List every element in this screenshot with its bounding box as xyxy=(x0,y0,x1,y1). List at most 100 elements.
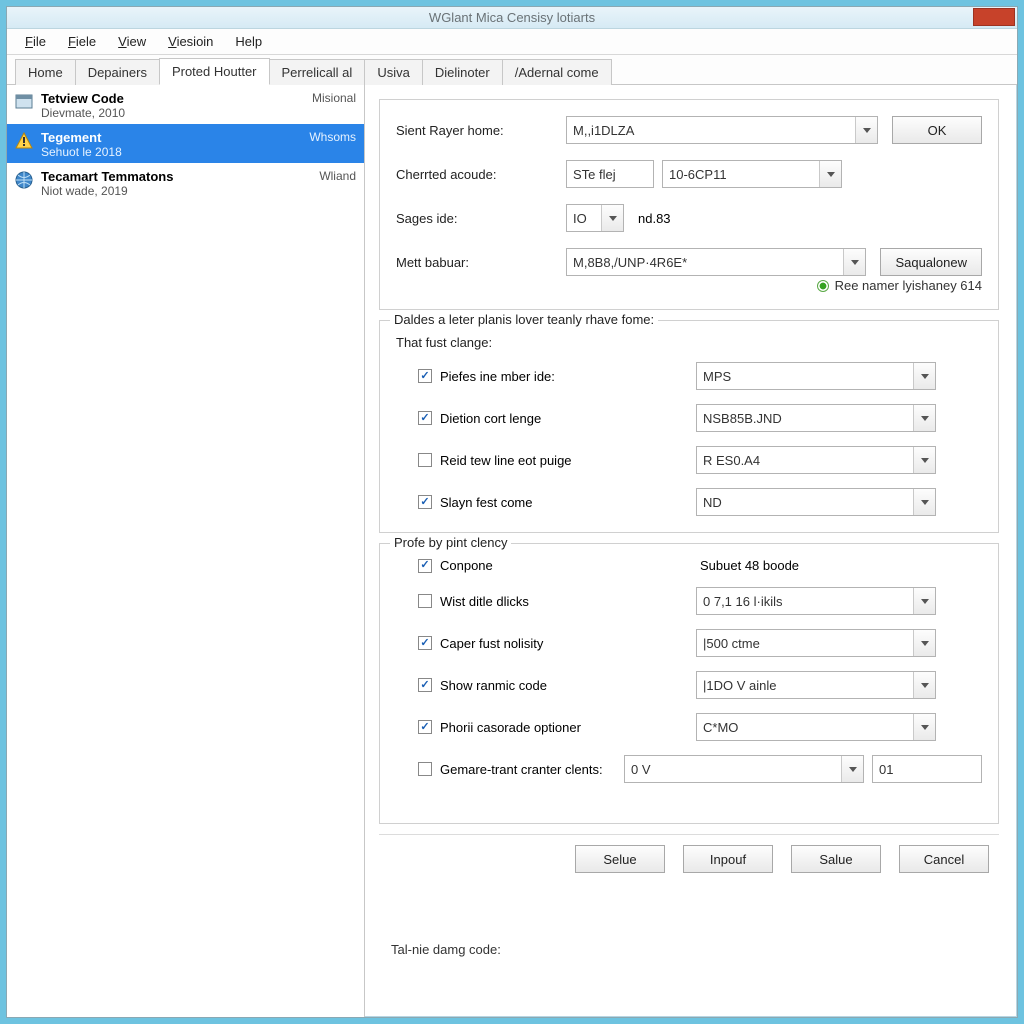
combo-reid[interactable]: R ES0.A4 xyxy=(696,446,936,474)
group-daldes: Daldes a leter planis lover teanly rhave… xyxy=(379,320,999,533)
chevron-down-icon xyxy=(819,161,841,187)
group-general: Sient Rayer home: M,,i1DLZA OK Cherrted … xyxy=(379,99,999,310)
tab-proted-houtter[interactable]: Proted Houtter xyxy=(159,58,270,85)
checkbox-wist[interactable] xyxy=(418,594,432,608)
chevron-down-icon xyxy=(855,117,877,143)
saqualonew-button[interactable]: Saqualonew xyxy=(880,248,982,276)
menu-bar: File Fiele View Viesioin Help xyxy=(7,29,1017,55)
tab-strip: Home Depainers Proted Houtter Perrelical… xyxy=(7,55,1017,85)
combo-show[interactable]: |1DO V ainle xyxy=(696,671,936,699)
chevron-down-icon xyxy=(601,205,623,231)
tab-adernal[interactable]: /Adernal come xyxy=(502,59,612,85)
chevron-down-icon xyxy=(913,630,935,656)
sidebar-item-tag: Misional xyxy=(312,91,356,106)
label-tall-nie: Tal-nie damg code: xyxy=(391,942,501,957)
label-gemare: Gemare-trant cranter clents: xyxy=(440,762,603,777)
content-panel: Sient Rayer home: M,,i1DLZA OK Cherrted … xyxy=(365,85,1017,1017)
menu-fiele[interactable]: Fiele xyxy=(58,31,106,52)
menu-view[interactable]: View xyxy=(108,31,156,52)
label-dietion: Dietion cort lenge xyxy=(440,411,541,426)
sidebar-item-title: Tecamart Temmatons xyxy=(41,169,173,184)
checkbox-piefes[interactable] xyxy=(418,369,432,383)
checkbox-show[interactable] xyxy=(418,678,432,692)
chevron-down-icon xyxy=(913,672,935,698)
tab-dielinoter[interactable]: Dielinoter xyxy=(422,59,503,85)
checkbox-reid[interactable] xyxy=(418,453,432,467)
label-caper: Caper fust nolisity xyxy=(440,636,543,651)
label-mett: Mett babuar: xyxy=(396,255,566,270)
label-cherrted: Cherrted acoude: xyxy=(396,167,566,182)
sidebar-item-tag: Whsoms xyxy=(309,130,356,145)
label-subuet: Subuet 48 boode xyxy=(696,558,936,573)
combo-sages[interactable]: IO xyxy=(566,204,624,232)
combo-dietion[interactable]: NSB85B.JND xyxy=(696,404,936,432)
input-gemare-b[interactable]: 01 xyxy=(872,755,982,783)
subsection-that-fust: That fust clange: xyxy=(396,335,982,350)
tab-depainers[interactable]: Depainers xyxy=(75,59,160,85)
chevron-down-icon xyxy=(913,405,935,431)
chevron-down-icon xyxy=(913,588,935,614)
combo-slayn[interactable]: ND xyxy=(696,488,936,516)
chevron-down-icon xyxy=(843,249,865,275)
sidebar-item-tag: Wliand xyxy=(319,169,356,184)
sidebar-item-subtitle: Sehuot le 2018 xyxy=(41,145,356,159)
cancel-button[interactable]: Cancel xyxy=(899,845,989,873)
checkbox-slayn[interactable] xyxy=(418,495,432,509)
salue-button[interactable]: Salue xyxy=(791,845,881,873)
checkbox-phorii[interactable] xyxy=(418,720,432,734)
label-piefes: Piefes ine mber ide: xyxy=(440,369,555,384)
combo-cherrted-right[interactable]: 10-6CP11 xyxy=(662,160,842,188)
checkbox-conpone[interactable] xyxy=(418,559,432,573)
tab-perrelicall[interactable]: Perrelicall al xyxy=(269,59,366,85)
window-icon xyxy=(15,93,33,111)
tab-usiva[interactable]: Usiva xyxy=(364,59,423,85)
close-button[interactable] xyxy=(973,8,1015,26)
globe-icon xyxy=(15,171,33,189)
chevron-down-icon xyxy=(913,489,935,515)
sidebar-item-tecamart[interactable]: Tecamart Temmatons Wliand Niot wade, 201… xyxy=(7,163,364,202)
sidebar-item-tetview[interactable]: Tetview Code Misional Dievmate, 2010 xyxy=(7,85,364,124)
label-phorii: Phorii casorade optioner xyxy=(440,720,581,735)
bottom-button-bar: Selue Inpouf Salue Cancel xyxy=(379,834,999,881)
checkbox-dietion[interactable] xyxy=(418,411,432,425)
group-profe: Profe by pint clency Conpone Subuet 48 b… xyxy=(379,543,999,824)
tab-home[interactable]: Home xyxy=(15,59,76,85)
combo-gemare-a[interactable]: 0 V xyxy=(624,755,864,783)
window-title: WGlant Mica Censisy lotiarts xyxy=(429,10,595,25)
menu-help[interactable]: Help xyxy=(225,31,272,52)
combo-wist[interactable]: 0 7,1 16 l·ikils xyxy=(696,587,936,615)
input-cherrted-left[interactable]: STe flej xyxy=(566,160,654,188)
menu-viesioin[interactable]: Viesioin xyxy=(158,31,223,52)
warning-icon xyxy=(15,132,33,150)
sidebar-item-subtitle: Dievmate, 2010 xyxy=(41,106,356,120)
label-sient-rayer: Sient Rayer home: xyxy=(396,123,566,138)
window-titlebar: WGlant Mica Censisy lotiarts xyxy=(7,7,1017,29)
checkbox-gemare[interactable] xyxy=(418,762,432,776)
combo-mett[interactable]: M,8B8,/UNP·4R6E* xyxy=(566,248,866,276)
label-sages: Sages ide: xyxy=(396,211,566,226)
label-slayn: Slayn fest come xyxy=(440,495,533,510)
label-wist: Wist ditle dlicks xyxy=(440,594,529,609)
sidebar-item-subtitle: Niot wade, 2019 xyxy=(41,184,356,198)
label-ree-namer: Ree namer lyishaney 614 xyxy=(835,278,982,293)
ok-button[interactable]: OK xyxy=(892,116,982,144)
chevron-down-icon xyxy=(913,714,935,740)
label-show: Show ranmic code xyxy=(440,678,547,693)
chevron-down-icon xyxy=(913,363,935,389)
combo-sient-rayer[interactable]: M,,i1DLZA xyxy=(566,116,878,144)
sidebar-item-tegement[interactable]: Tegement Whsoms Sehuot le 2018 xyxy=(7,124,364,163)
inpouf-button[interactable]: Inpouf xyxy=(683,845,773,873)
menu-file[interactable]: File xyxy=(15,31,56,52)
radio-ree-namer[interactable] xyxy=(817,280,829,292)
combo-caper[interactable]: |500 ctme xyxy=(696,629,936,657)
combo-piefes[interactable]: MPS xyxy=(696,362,936,390)
group-title-profe: Profe by pint clency xyxy=(390,535,511,550)
combo-phorii[interactable]: C*MO xyxy=(696,713,936,741)
selue-button[interactable]: Selue xyxy=(575,845,665,873)
label-conpone: Conpone xyxy=(440,558,493,573)
chevron-down-icon xyxy=(841,756,863,782)
sidebar-item-title: Tetview Code xyxy=(41,91,124,106)
checkbox-caper[interactable] xyxy=(418,636,432,650)
chevron-down-icon xyxy=(913,447,935,473)
group-title-daldes: Daldes a leter planis lover teanly rhave… xyxy=(390,312,658,327)
